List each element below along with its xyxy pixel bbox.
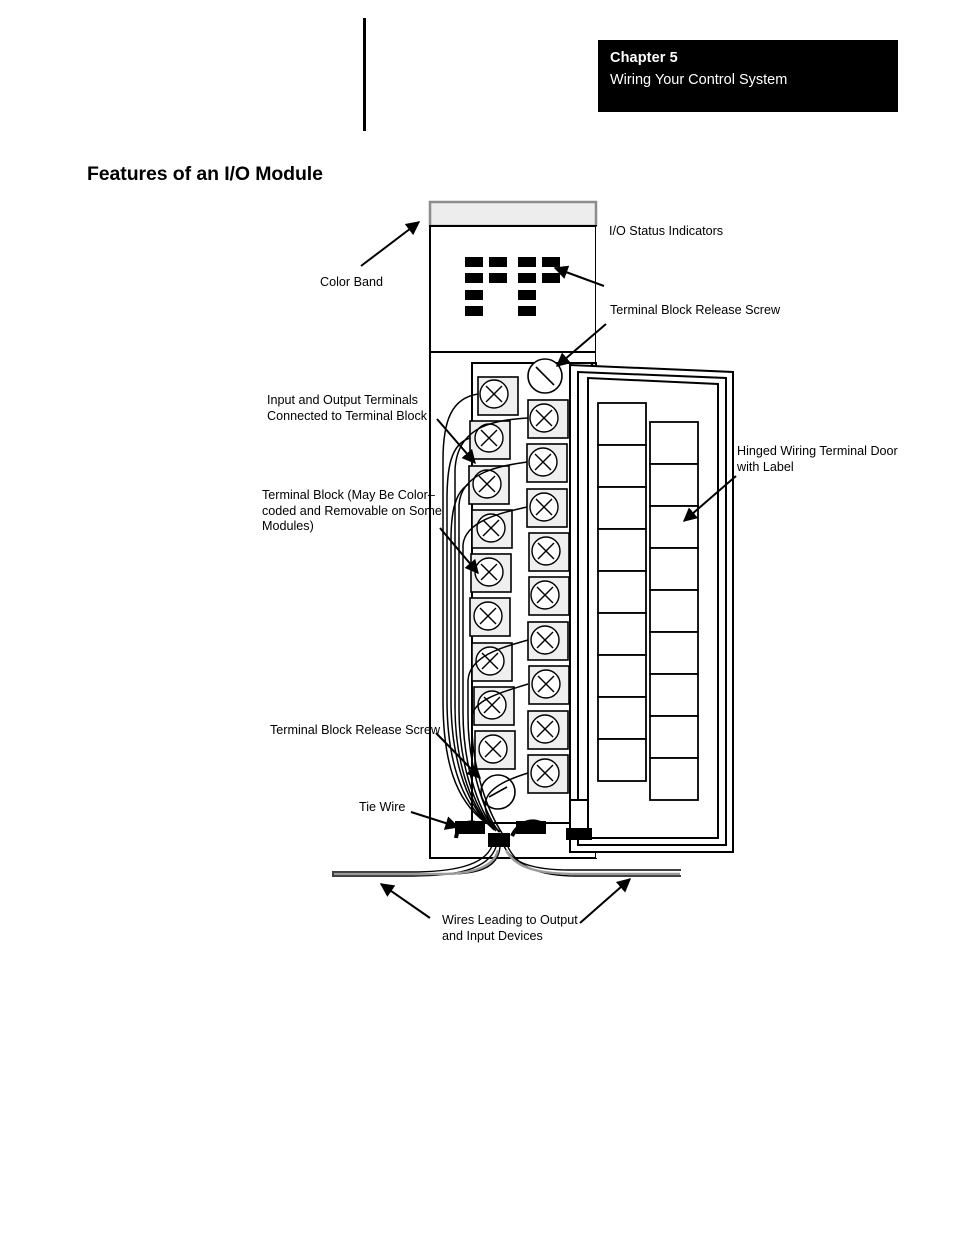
status-led (518, 273, 536, 283)
callout-input-output-terminals: Input and Output Terminals Connected to … (267, 393, 428, 423)
door-label-cell (649, 757, 699, 801)
terminal-screw[interactable] (469, 420, 511, 460)
door-label-cell (649, 631, 699, 675)
terminal-screw[interactable] (474, 730, 516, 770)
door-label-cell (597, 612, 647, 656)
status-led (542, 257, 560, 267)
door-label-cell (597, 696, 647, 740)
door-label-cell (597, 486, 647, 530)
color-band (428, 200, 598, 228)
leader-color-band (360, 221, 421, 267)
door-label-cell (597, 528, 647, 572)
door-label-cell (649, 547, 699, 591)
door-label-cell (649, 463, 699, 507)
callout-terminal-block-release-screw-top: Terminal Block Release Screw (610, 303, 781, 317)
terminal-block-release-screw-top[interactable] (527, 358, 563, 394)
callout-hinged-wiring-terminal-door: Hinged Wiring Terminal Door with Label (737, 444, 898, 474)
status-led (542, 273, 560, 283)
terminal-screw[interactable] (527, 754, 569, 794)
status-led (518, 290, 536, 300)
terminal-screw-column-left (468, 376, 519, 770)
io-module-figure (332, 200, 737, 924)
terminal-screw[interactable] (527, 710, 569, 750)
door-label-cell (649, 673, 699, 717)
terminal-screw[interactable] (527, 621, 569, 661)
door-label-cell (597, 738, 647, 782)
door-label-cell (597, 444, 647, 488)
terminal-screw[interactable] (528, 532, 570, 572)
terminal-screw[interactable] (468, 465, 510, 505)
door-label-cell (649, 715, 699, 759)
status-led (489, 273, 507, 283)
callout-tie-wire: Tie Wire (359, 800, 406, 814)
door-label-cell (649, 421, 699, 465)
callout-terminal-block: Terminal Block (May Be Color– coded and … (262, 488, 442, 533)
status-led (465, 257, 483, 267)
document-page: Chapter 5 Wiring Your Control System Fea… (0, 0, 954, 1235)
door-label-cell (597, 570, 647, 614)
callout-color-band: Color Band (320, 275, 384, 289)
terminal-screw[interactable] (469, 597, 511, 637)
door-label-cell (649, 505, 699, 549)
status-led (518, 306, 536, 316)
status-led (518, 257, 536, 267)
status-led (465, 290, 483, 300)
terminal-screw[interactable] (528, 665, 570, 705)
leader-wires-output (379, 883, 431, 919)
callout-io-status-indicators: I/O Status Indicators (609, 224, 724, 238)
door-label-cell (597, 654, 647, 698)
terminal-screw[interactable] (477, 376, 519, 416)
terminal-screw[interactable] (527, 399, 569, 439)
terminal-screw[interactable] (528, 576, 570, 616)
terminal-screw-column-right (526, 399, 570, 794)
door-label-cell (649, 589, 699, 633)
status-led (465, 273, 483, 283)
door-label-cell-column-left (597, 402, 647, 782)
callout-terminal-block-release-screw-bottom: Terminal Block Release Screw (270, 723, 441, 737)
terminal-screw[interactable] (526, 488, 568, 528)
terminal-screw[interactable] (471, 509, 513, 549)
tie-wire-knot (488, 833, 510, 847)
callout-wires-leading-to-devices: Wires Leading to Output and Input Device… (442, 913, 578, 943)
door-label-cell (597, 402, 647, 446)
status-led (465, 306, 483, 316)
status-led (489, 257, 507, 267)
terminal-screw[interactable] (473, 686, 515, 726)
terminal-screw[interactable] (526, 443, 568, 483)
door-label-cell-column-right (649, 421, 699, 801)
